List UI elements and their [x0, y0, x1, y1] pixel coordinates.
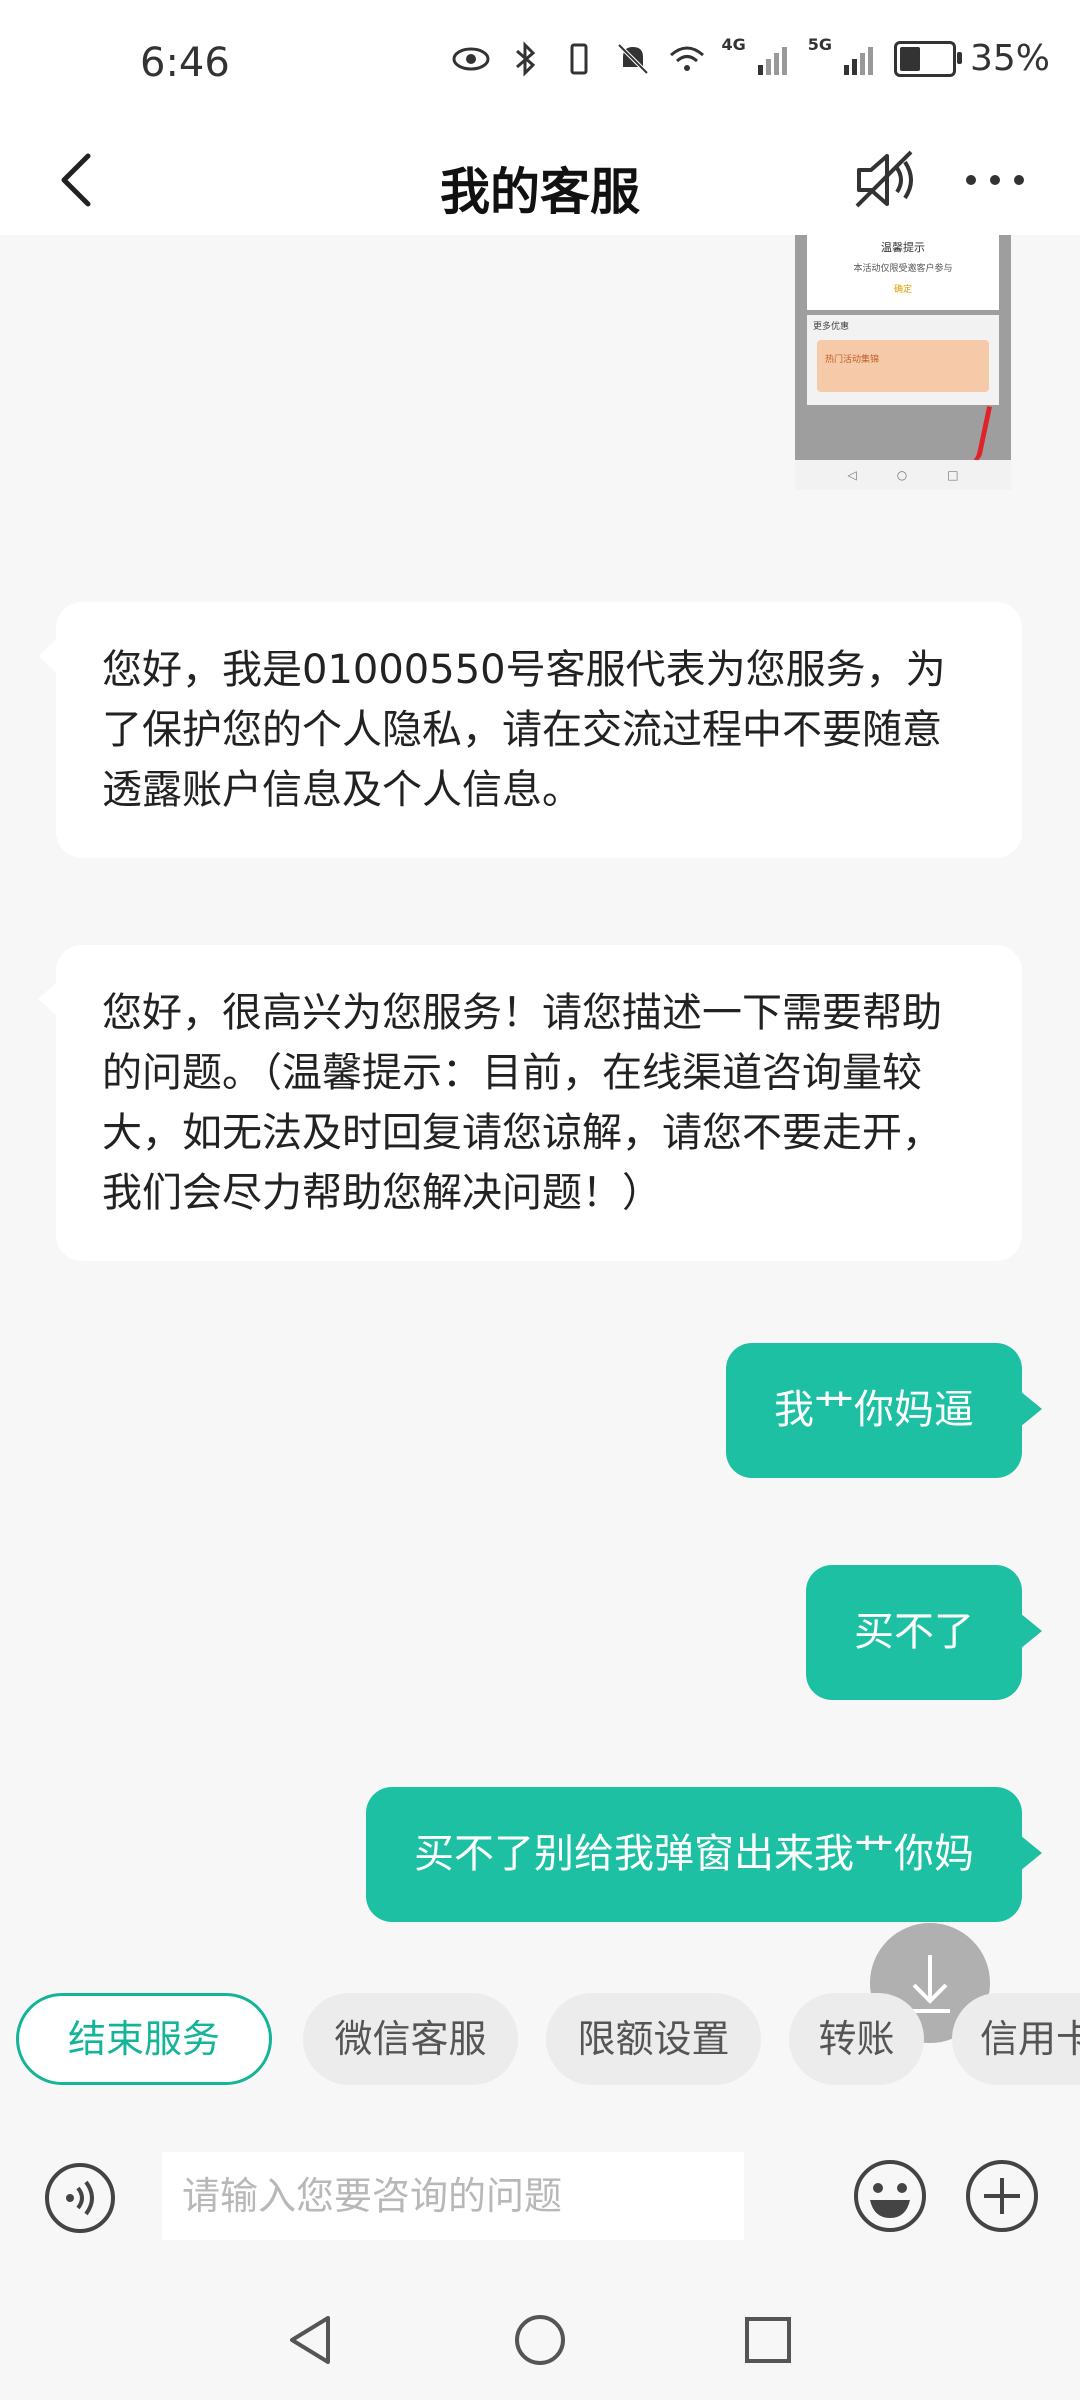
agent-message: 您好，很高兴为您服务！请您描述一下需要帮助的问题。（温馨提示：目前，在线渠道咨询… [38, 945, 1022, 1261]
limit-settings-chip[interactable]: 限额设置 [546, 1993, 761, 2085]
battery-icon [893, 40, 962, 77]
thumbnail-dialog-title: 温馨提示 [881, 241, 925, 254]
screenshot-thumbnail[interactable]: 温馨提示 本活动仅限受邀客户参与 确定 更多优惠 热门活动集锦 ◁ ○ □ [795, 235, 1011, 490]
battery-percent: 35% [969, 38, 1050, 79]
eye-icon [452, 47, 490, 70]
thumbnail-more-label: 更多优惠 [813, 322, 850, 332]
more-options-icon[interactable] [955, 140, 1035, 220]
nav-recent-icon[interactable] [738, 2310, 798, 2370]
user-message: 买不了 [806, 1565, 1042, 1700]
voice-input-icon[interactable] [42, 2160, 118, 2236]
thumbnail-dialog-ok: 确定 [893, 285, 912, 295]
signal-icon [843, 46, 873, 75]
bluetooth-icon [516, 40, 536, 77]
user-message: 我艹你妈逼 [726, 1343, 1042, 1478]
system-navbar [0, 2290, 1080, 2400]
plus-icon[interactable] [962, 2156, 1042, 2236]
thumbnail-banner: 热门活动集锦 [817, 340, 989, 392]
quick-reply-bar: 结束服务 微信客服 限额设置 转账 信用卡 [0, 1990, 1080, 2090]
nav-home-icon[interactable] [510, 2310, 570, 2370]
app-header: 我的客服 [0, 130, 1080, 235]
thumbnail-recent-icon: □ [947, 468, 959, 482]
thumbnail-dialog-subtitle: 本活动仅限受邀客户参与 [853, 264, 953, 274]
thumbnail-dialog: 温馨提示 本活动仅限受邀客户参与 确定 [807, 235, 999, 310]
speaker-muted-icon[interactable] [845, 140, 925, 220]
status-time: 6:46 [140, 40, 230, 86]
emoji-icon[interactable] [850, 2156, 930, 2236]
credit-card-chip[interactable]: 信用卡 [952, 1993, 1080, 2085]
thumbnail-home-icon: ○ [896, 468, 908, 482]
status-icons: 4G 5G 35% [451, 35, 1050, 79]
wechat-service-chip[interactable]: 微信客服 [303, 1993, 518, 2085]
thumbnail-banner-label: 热门活动集锦 [825, 355, 880, 365]
status-bar: 6:46 4G 5G 35% [0, 0, 1080, 130]
battery-level [899, 46, 920, 71]
signal-icon [757, 46, 787, 75]
thumbnail-navbar: ◁ ○ □ [795, 460, 1011, 490]
wifi-icon [670, 46, 705, 71]
transfer-chip[interactable]: 转账 [789, 1993, 924, 2085]
user-message: 买不了别给我弹窗出来我艹你妈 [366, 1787, 1042, 1922]
network-5g-label: 5G [807, 35, 832, 54]
nav-back-icon[interactable] [282, 2310, 342, 2370]
end-service-button[interactable]: 结束服务 [16, 1993, 272, 2085]
red-annotation-mark [966, 404, 993, 466]
network-4g-label: 4G [721, 35, 746, 54]
thumbnail-panel: 更多优惠 热门活动集锦 [807, 315, 999, 405]
chat-area[interactable]: 温馨提示 本活动仅限受邀客户参与 确定 更多优惠 热门活动集锦 ◁ ○ □ 您好… [0, 235, 1080, 1985]
message-input[interactable] [162, 2152, 744, 2240]
thumbnail-back-icon: ◁ [847, 468, 857, 482]
vibrate-icon [570, 43, 588, 74]
bell-muted-icon [618, 43, 649, 74]
input-bar [0, 2130, 1080, 2265]
agent-message: 您好，我是01000550号客服代表为您服务，为了保护您的个人隐私，请在交流过程… [38, 602, 1022, 858]
